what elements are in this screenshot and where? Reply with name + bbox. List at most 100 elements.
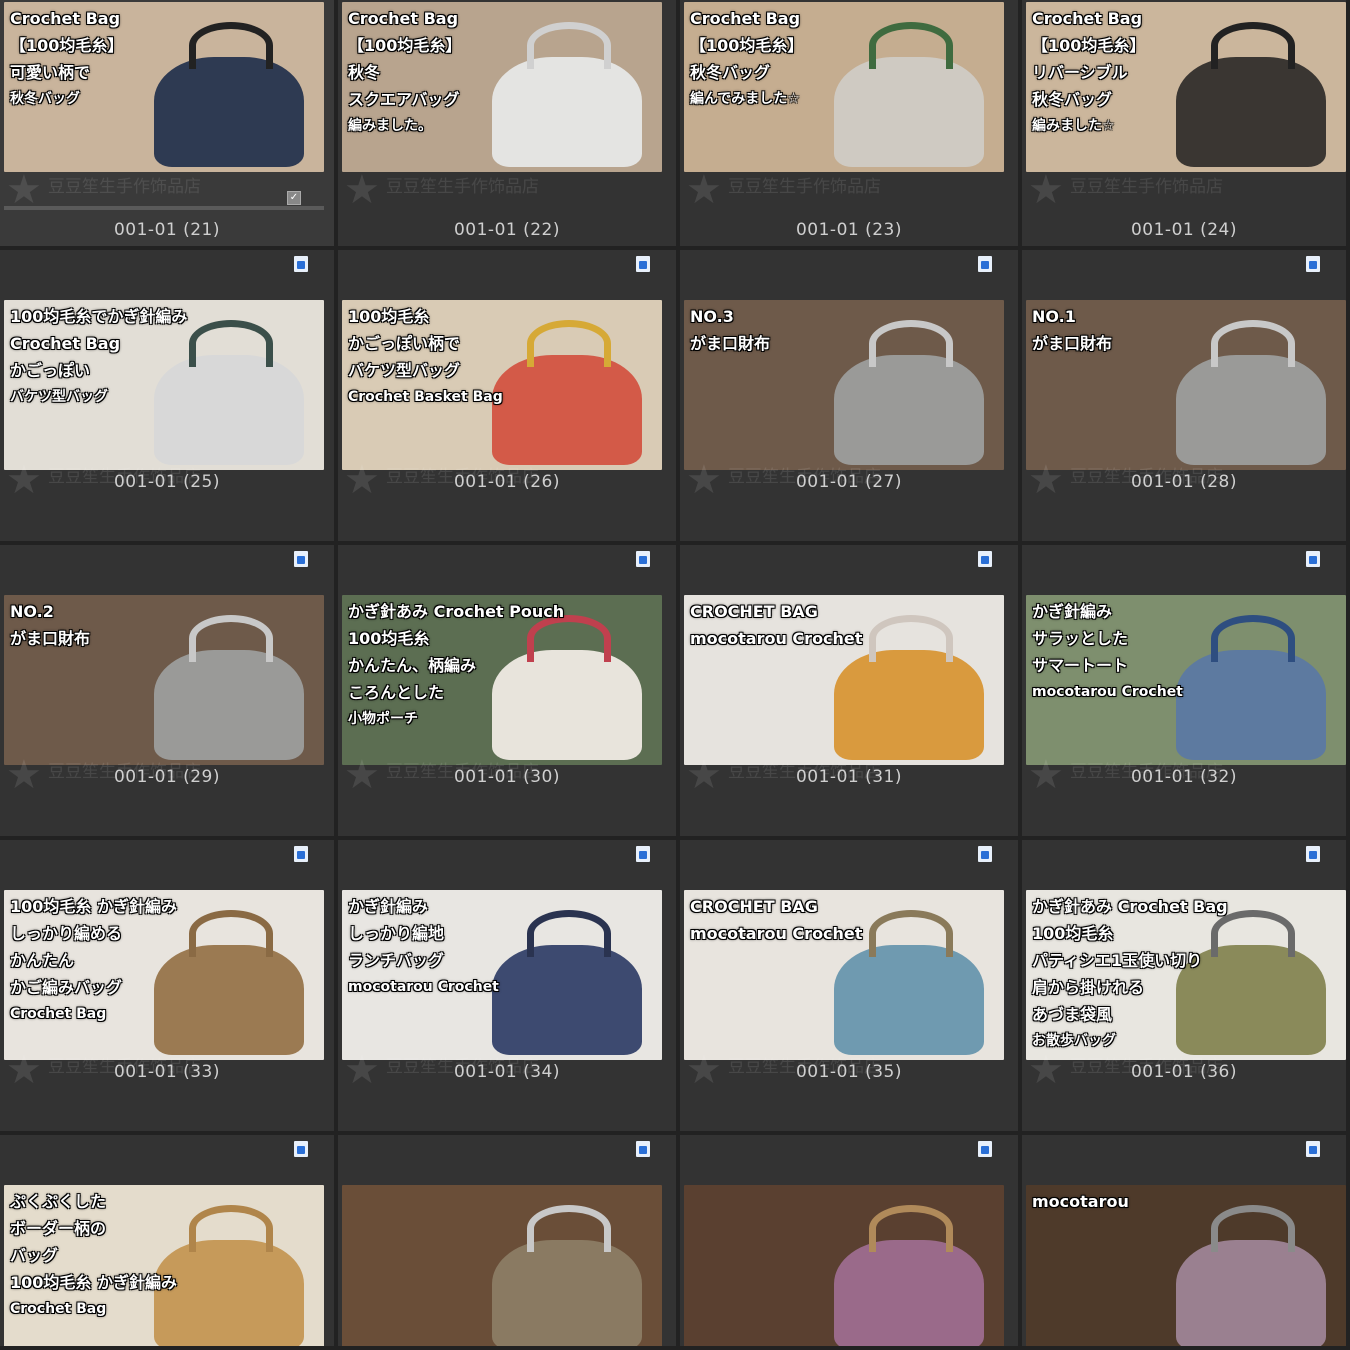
thumbnail-title-text: mocotarou Crochet — [1032, 684, 1183, 700]
thumbnail-title-text: 肩から掛けれる — [1032, 978, 1145, 997]
thumbnail-title-text: かごっぽい — [10, 361, 91, 380]
bag-handle-shape — [1211, 320, 1295, 367]
file-tile[interactable]: 100均毛糸 かぎ針編み しっかり編める かんたん かご編みバッグ Crochet Ba… — [0, 840, 338, 1135]
bag-handle-shape — [869, 910, 953, 957]
thumbnail-image[interactable]: NO.1 がま口財布 — [1026, 300, 1346, 470]
thumbnail-title-text: しっかり編める — [10, 924, 123, 943]
thumbnail-image[interactable]: Crochet Bag 【100均毛糸】 リバーシブル 秋冬バッグ 編みました☆ — [1026, 2, 1346, 172]
thumbnail-title-text: 100均毛糸 — [348, 629, 430, 648]
crochet-item-shape — [834, 945, 984, 1055]
thumbnail-title-text: Crochet Bag — [10, 1301, 107, 1317]
thumbnail-title-text: かごっぽい柄で — [348, 334, 461, 353]
file-tile[interactable]: ぷくぷくしたボーダー柄のバッグ100均毛糸 かぎ針編みCrochet Bag★豆… — [0, 1135, 338, 1350]
file-tile[interactable]: NO.1 がま口財布 ★ 豆豆笙生手作饰品店 001-01 (28) — [1022, 250, 1350, 545]
thumbnail-image[interactable]: 100均毛糸 かごっぽい柄で バケツ型バッグ Crochet Basket Bag — [342, 300, 662, 470]
thumbnail-image[interactable]: Crochet Bag 【100均毛糸】 秋冬 スクエアバッグ 編みました。 — [342, 2, 662, 172]
watermark-text: 豆豆笙生手作饰品店 — [728, 177, 881, 197]
thumbnail-title-text: NO.1 — [1032, 307, 1076, 326]
crochet-item-shape — [154, 650, 304, 760]
file-tile[interactable]: Crochet Bag 【100均毛糸】 リバーシブル 秋冬バッグ 編みました☆ ★ 豆豆笙… — [1022, 0, 1350, 250]
thumbnail-title-text: パティシエ1玉使い切り — [1032, 951, 1203, 970]
file-tile[interactable]: 100均毛糸でかぎ針編み Crochet Bag かごっぽい バケツ型バッグ ★ 豆豆笙生… — [0, 250, 338, 545]
image-file-icon — [978, 551, 992, 567]
thumbnail-title-text: ころんとした — [348, 683, 445, 702]
thumbnail-title-text: がま口財布 — [690, 334, 771, 353]
thumbnail-title-text: Crochet Bag — [1032, 9, 1143, 28]
bag-handle-shape — [527, 22, 611, 69]
file-tile[interactable]: かぎ針編み サラッとした サマートート mocotarou Crochet ★ 豆豆笙生手… — [1022, 545, 1350, 840]
thumbnail-title-text: 秋冬バッグ — [10, 91, 80, 107]
thumbnail-image[interactable]: 100均毛糸 かぎ針編み しっかり編める かんたん かご編みバッグ Crochet Ba… — [4, 890, 324, 1060]
image-file-icon — [978, 846, 992, 862]
file-tile[interactable]: ★豆豆笙生手作饰品店 — [680, 1135, 1022, 1350]
bag-handle-shape — [189, 910, 273, 957]
thumbnail-image[interactable]: かぎ針あみ Crochet Pouch 100均毛糸 かんたん、柄編み ころんとした小… — [342, 595, 662, 765]
thumbnail-image[interactable]: かぎ針あみ Crochet Bag 100均毛糸 パティシエ1玉使い切り 肩から掛けれ… — [1026, 890, 1346, 1060]
watermark-star-icon: ★ — [1028, 1345, 1064, 1346]
watermark-star-icon: ★ — [344, 167, 380, 213]
thumbnail-image[interactable]: かぎ針編み サラッとした サマートート mocotarou Crochet — [1026, 595, 1346, 765]
thumbnail-title-text: 【100均毛糸】 — [1032, 36, 1146, 55]
bag-handle-shape — [527, 615, 611, 662]
watermark-star-icon: ★ — [6, 167, 42, 213]
thumbnail-title-text: NO.2 — [10, 602, 54, 621]
crochet-item-shape — [154, 57, 304, 167]
file-tile[interactable]: Crochet Bag 【100均毛糸】 秋冬 スクエアバッグ 編みました。 ★ 豆豆笙生手… — [338, 0, 680, 250]
file-tile[interactable]: かぎ針あみ Crochet Pouch 100均毛糸 かんたん、柄編み ころんとした小… — [338, 545, 680, 840]
file-name-label: 001-01 (29) — [113, 767, 220, 787]
thumbnail-image[interactable] — [342, 1185, 662, 1346]
crochet-item-shape — [1176, 650, 1326, 760]
thumbnail-title-text: Crochet Bag — [348, 9, 459, 28]
file-tile[interactable]: CROCHET BAG mocotarou Crochet ★ 豆豆笙生手作饰品店 00… — [680, 840, 1022, 1135]
thumbnail-image[interactable]: CROCHET BAG mocotarou Crochet — [684, 595, 1004, 765]
thumbnail-title-text: しっかり編地 — [348, 924, 445, 943]
thumbnail-title-text: バケツ型バッグ — [10, 389, 108, 405]
crochet-item-shape — [834, 57, 984, 167]
thumbnail-title-text: mocotarou Crochet — [690, 629, 863, 648]
file-tile[interactable]: Crochet Bag 【100均毛糸】 可愛い柄で 秋冬バッグ ✓ ★ 豆豆笙生手作饰品店… — [0, 0, 338, 250]
thumbnail-image[interactable]: Crochet Bag 【100均毛糸】 秋冬バッグ 編んでみました☆ — [684, 2, 1004, 172]
file-name-label: 001-01 (21) — [113, 220, 220, 240]
watermark-text: 豆豆笙生手作饰品店 — [48, 177, 201, 197]
watermark-star-icon: ★ — [686, 167, 722, 213]
thumbnail-title-text: mocotarou Crochet — [348, 979, 499, 995]
thumbnail-title-text: 秋冬 — [348, 63, 381, 82]
file-tile[interactable]: Crochet Bag 【100均毛糸】 秋冬バッグ 編んでみました☆ ★ 豆豆笙生手作饰… — [680, 0, 1022, 250]
file-tile[interactable]: CROCHET BAG mocotarou Crochet ★ 豆豆笙生手作饰品店 00… — [680, 545, 1022, 840]
thumbnail-image[interactable]: 100均毛糸でかぎ針編み Crochet Bag かごっぽい バケツ型バッグ — [4, 300, 324, 470]
thumbnail-title-text: ぷくぷくした — [10, 1192, 107, 1211]
crochet-item-shape — [154, 355, 304, 465]
thumbnail-title-text: NO.3 — [690, 307, 734, 326]
file-tile[interactable]: 100均毛糸 かごっぽい柄で バケツ型バッグ Crochet Basket Bag ★ 豆… — [338, 250, 680, 545]
thumbnail-title-text: 小物ポーチ — [348, 711, 418, 727]
bag-handle-shape — [869, 1205, 953, 1252]
crochet-item-shape — [154, 945, 304, 1055]
bag-handle-shape — [1211, 1205, 1295, 1252]
file-tile[interactable]: NO.3 がま口財布 ★ 豆豆笙生手作饰品店 001-01 (27) — [680, 250, 1022, 545]
select-checkbox[interactable]: ✓ — [287, 191, 301, 205]
thumbnail-image[interactable]: Crochet Bag 【100均毛糸】 可愛い柄で 秋冬バッグ — [4, 2, 324, 172]
thumbnail-title-text: 秋冬バッグ — [1032, 90, 1113, 109]
file-tile[interactable]: mocotarou★豆豆笙生手作饰品店 — [1022, 1135, 1350, 1350]
file-tile[interactable]: ★豆豆笙生手作饰品店 — [338, 1135, 680, 1350]
crochet-item-shape — [492, 1240, 642, 1346]
file-tile[interactable]: かぎ針あみ Crochet Bag 100均毛糸 パティシエ1玉使い切り 肩から掛けれ… — [1022, 840, 1350, 1135]
thumbnail-image[interactable]: ぷくぷくした ボーダー柄の バッグ 100均毛糸 かぎ針編み Crochet Bag — [4, 1185, 324, 1346]
thumbnail-image[interactable]: かぎ針編み しっかり編地 ランチバッグ mocotarou Crochet — [342, 890, 662, 1060]
thumbnail-image[interactable]: CROCHET BAG mocotarou Crochet — [684, 890, 1004, 1060]
thumbnail-image[interactable]: NO.3 がま口財布 — [684, 300, 1004, 470]
thumbnail-title-text: 編みました☆ — [1032, 118, 1115, 134]
thumbnail-title-text: ボーダー柄の — [10, 1219, 107, 1238]
crochet-item-shape — [492, 57, 642, 167]
file-tile[interactable]: かぎ針編み しっかり編地 ランチバッグ mocotarou Crochet ★ 豆豆笙生手… — [338, 840, 680, 1135]
image-file-icon — [1306, 1141, 1320, 1157]
file-name-label: 001-01 (34) — [453, 1062, 560, 1082]
file-tile[interactable]: NO.2 がま口財布 ★ 豆豆笙生手作饰品店 001-01 (29) — [0, 545, 338, 840]
bag-handle-shape — [869, 615, 953, 662]
image-file-icon — [636, 551, 650, 567]
thumbnail-image[interactable]: mocotarou — [1026, 1185, 1346, 1346]
thumbnail-title-text: 100均毛糸 かぎ針編み — [10, 1273, 177, 1292]
thumbnail-image[interactable]: NO.2 がま口財布 — [4, 595, 324, 765]
thumbnail-image[interactable] — [684, 1185, 1004, 1346]
selection-bar — [4, 206, 324, 210]
